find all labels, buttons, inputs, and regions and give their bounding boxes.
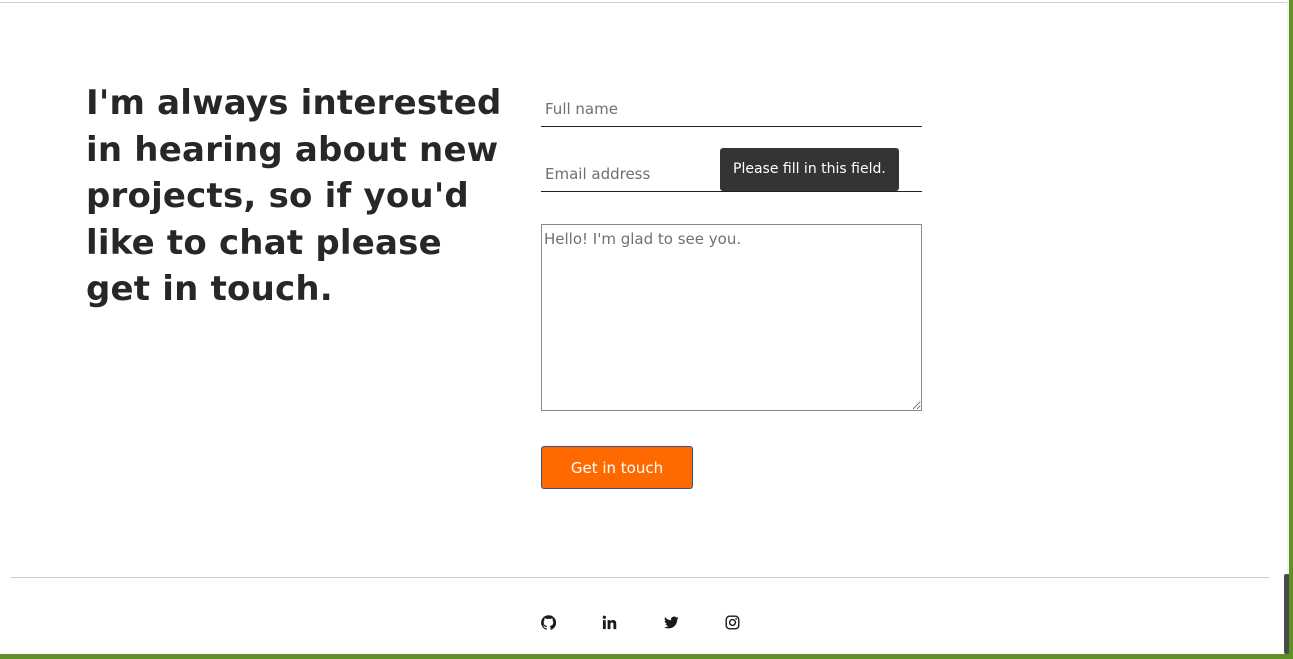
contact-page: I'm always interested in hearing about n… <box>0 0 1293 659</box>
linkedin-icon[interactable] <box>600 613 618 631</box>
window-frame-bottom <box>0 654 1293 659</box>
contact-headline: I'm always interested in hearing about n… <box>86 83 502 309</box>
github-icon[interactable] <box>539 613 557 631</box>
instagram-icon[interactable] <box>723 613 741 631</box>
footer-divider <box>11 577 1269 578</box>
window-frame-right <box>1289 0 1293 659</box>
full-name-input[interactable] <box>541 91 922 127</box>
validation-tooltip: Please fill in this field. <box>720 148 899 191</box>
message-textarea[interactable] <box>541 224 922 411</box>
top-divider <box>0 2 1287 3</box>
get-in-touch-button[interactable]: Get in touch <box>541 446 693 489</box>
twitter-icon[interactable] <box>662 613 680 631</box>
